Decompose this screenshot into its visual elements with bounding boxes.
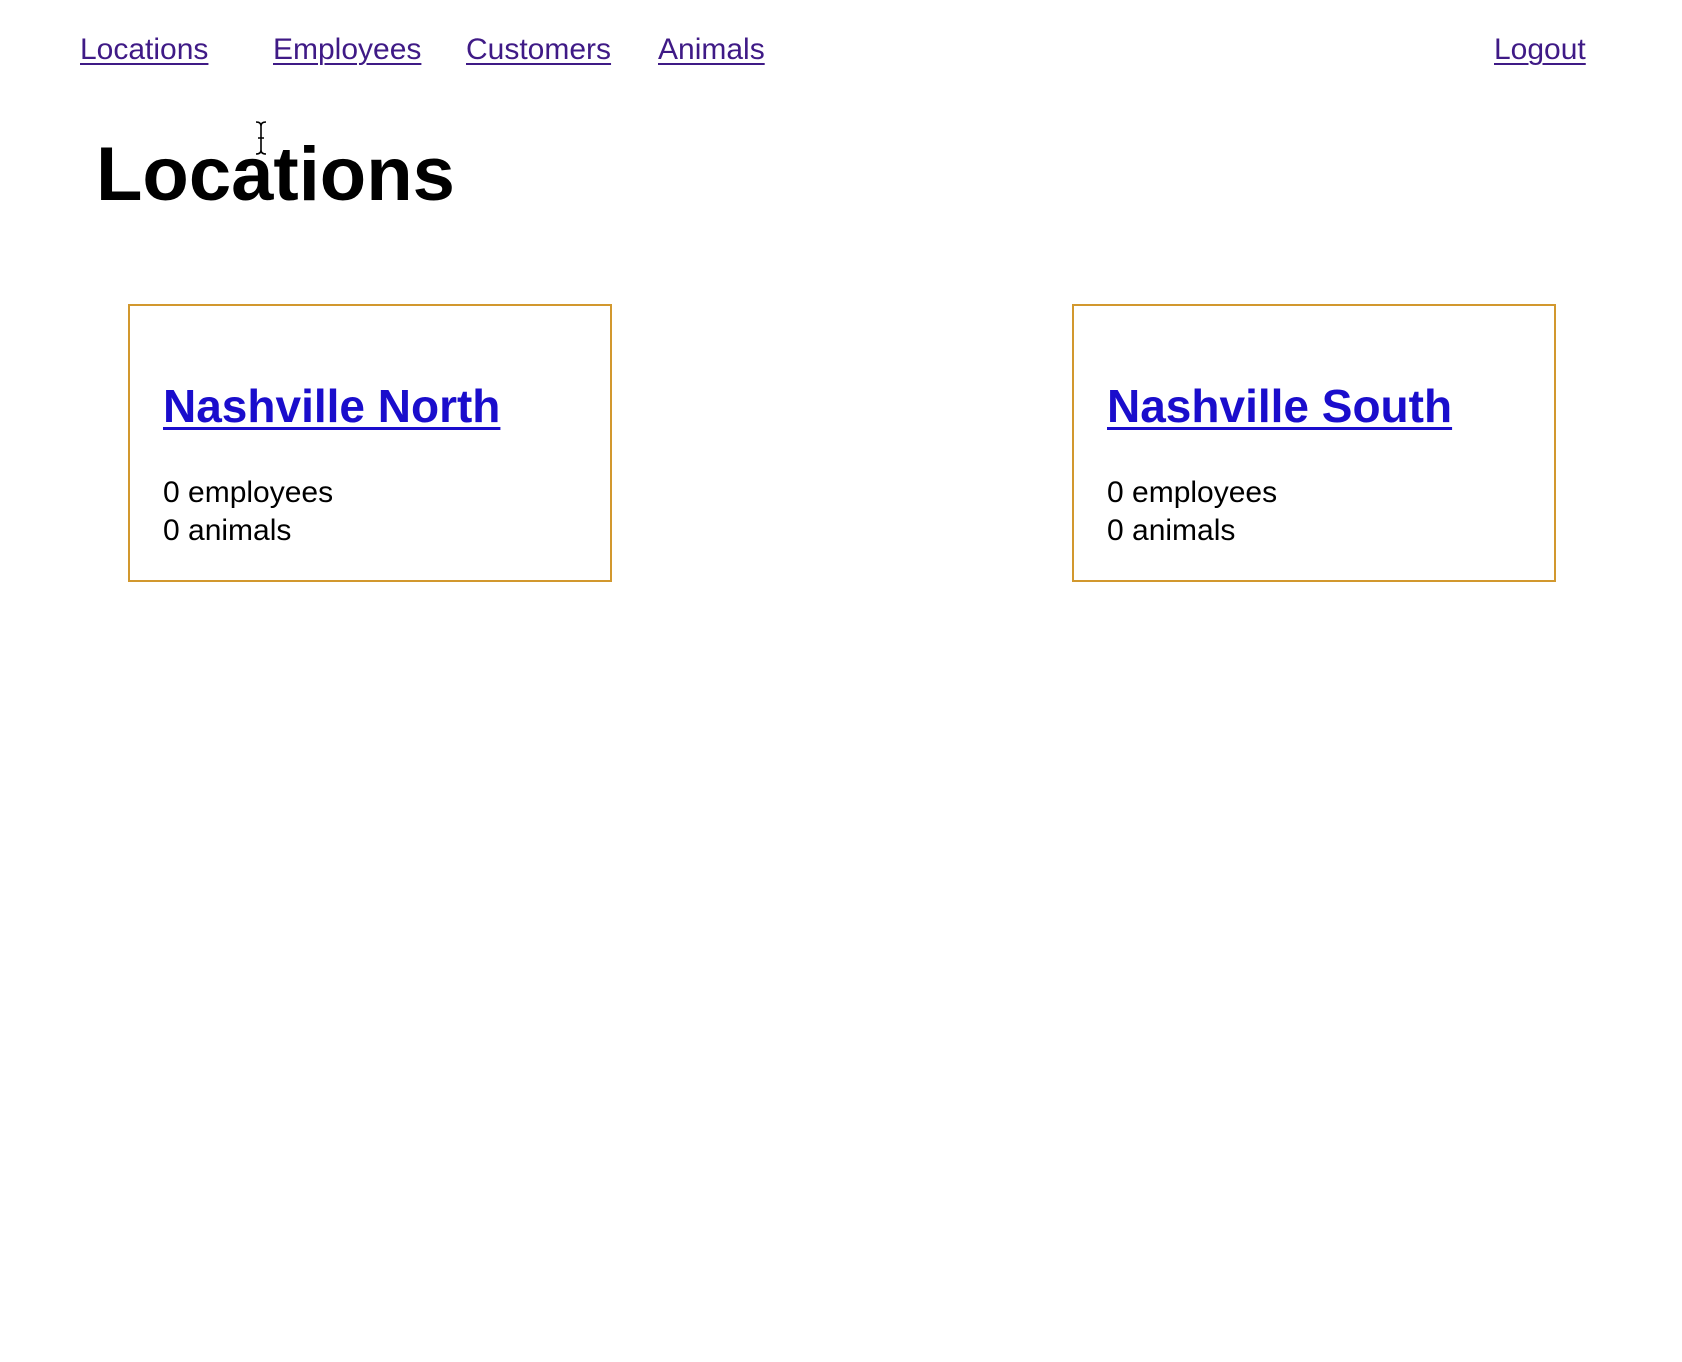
nav-link-employees[interactable]: Employees xyxy=(273,30,421,70)
employee-count: 0 employees xyxy=(163,476,334,509)
animal-count: 0 animals xyxy=(1107,514,1236,547)
location-name-link[interactable]: Nashville North xyxy=(163,378,500,434)
nav-link-animals[interactable]: Animals xyxy=(658,30,765,70)
logout-link[interactable]: Logout xyxy=(1494,30,1586,70)
page-title: Locations xyxy=(96,132,455,217)
location-card: Nashville South 0 employees 0 animals xyxy=(1072,304,1556,582)
location-card: Nashville North 0 employees 0 animals xyxy=(128,304,612,582)
employee-count: 0 employees xyxy=(1107,476,1278,509)
i-beam-cursor-icon xyxy=(255,121,267,155)
location-name-link[interactable]: Nashville South xyxy=(1107,378,1452,434)
nav-link-locations[interactable]: Locations xyxy=(80,30,208,70)
nav-link-customers[interactable]: Customers xyxy=(466,30,611,70)
animal-count: 0 animals xyxy=(163,514,292,547)
page: Locations Employees Customers Animals Lo… xyxy=(0,0,1682,1362)
